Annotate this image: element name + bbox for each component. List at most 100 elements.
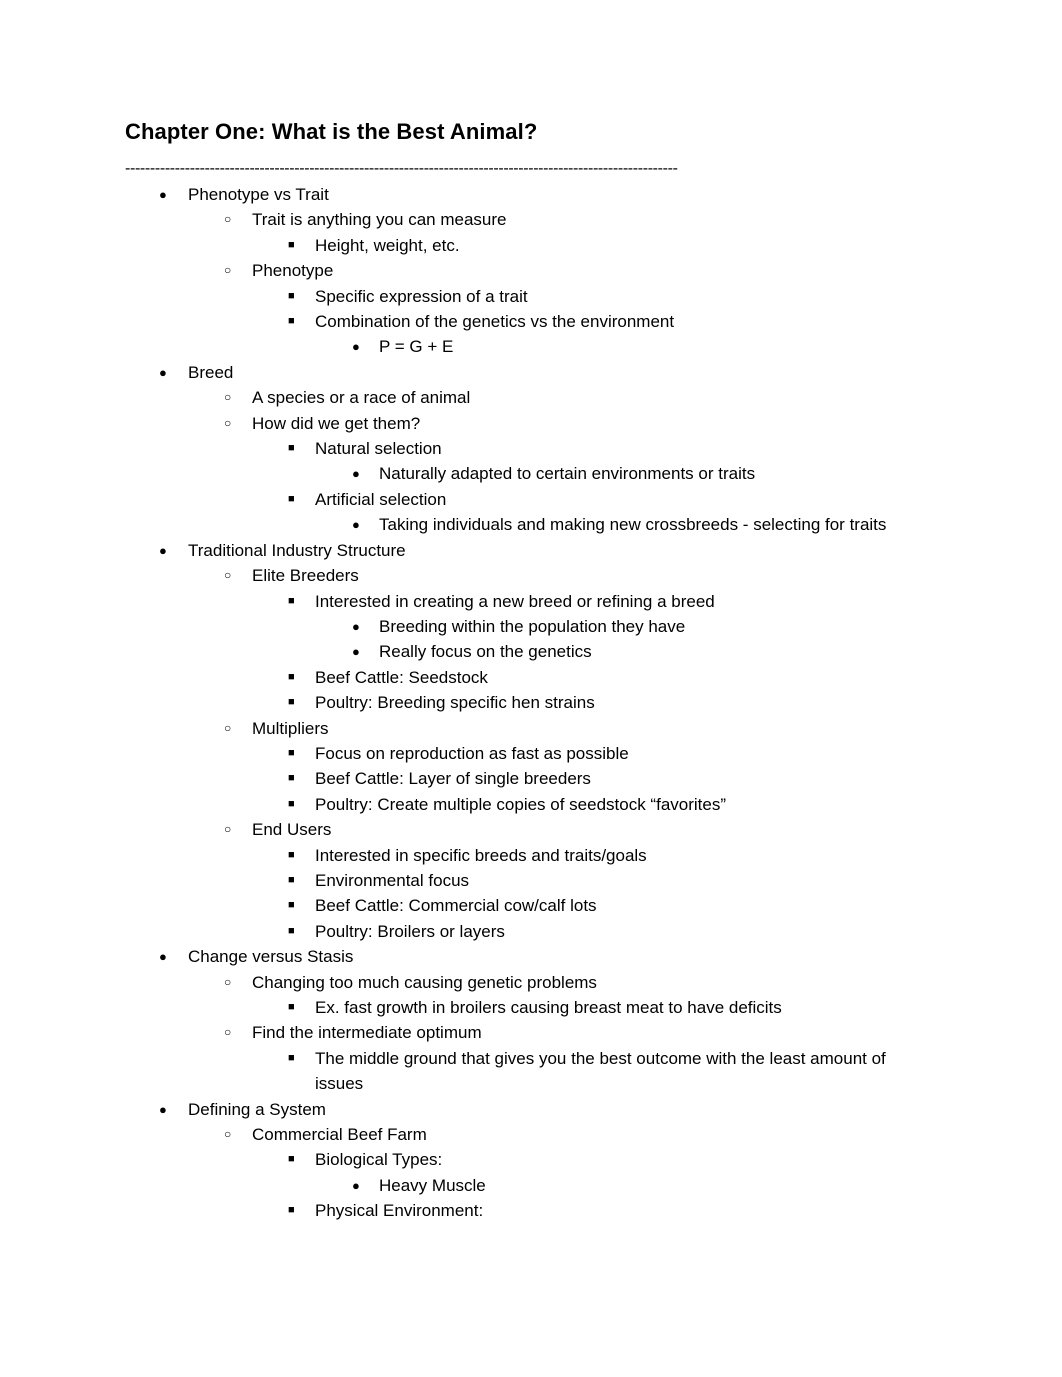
outline-item-row: ■ Ex. fast growth in broilers causing bre… bbox=[125, 995, 937, 1020]
bullet-level-3-icon: ■ bbox=[288, 238, 295, 251]
outline-item-level-1: ● Traditional Industry Structure ○ Elite Br… bbox=[125, 538, 937, 945]
outline-item-row: ○ Phenotype bbox=[125, 258, 937, 283]
outline-item-label: How did we get them? bbox=[252, 413, 421, 433]
outline-item-row: ● Breeding within the population they hav… bbox=[125, 614, 937, 639]
outline-item-label: Defining a System bbox=[188, 1099, 326, 1119]
outline-item-row: ● Change versus Stasis bbox=[125, 944, 937, 969]
outline-item-row: ○ Commercial Beef Farm bbox=[125, 1122, 937, 1147]
bullet-level-3-icon: ■ bbox=[288, 873, 295, 886]
outline-item-label: Combination of the genetics vs the envir… bbox=[315, 312, 675, 332]
outline-item-row: ○ Multipliers bbox=[125, 716, 937, 741]
outline-item-level-1: ● Breed ○ A species or a race of animal ○ How… bbox=[125, 360, 937, 538]
outline-item-label: Interested in specific breeds and traits… bbox=[315, 845, 647, 865]
outline-item-row: ■ Specific expression of a trait bbox=[125, 284, 937, 309]
bullet-level-2-icon: ○ bbox=[224, 822, 232, 837]
outline-item-row: ○ How did we get them? bbox=[125, 411, 937, 436]
bullet-level-3-icon: ■ bbox=[288, 1051, 295, 1064]
outline-item-level-4: ● Taking individuals and making new cross… bbox=[125, 512, 937, 537]
outline-item-level-4: ● Naturally adapted to certain environmen… bbox=[125, 461, 937, 486]
outline-item-level-3: ■ Height, weight, etc. bbox=[125, 233, 937, 258]
outline-item-label: Changing too much causing genetic proble… bbox=[252, 972, 597, 992]
bullet-level-1-icon: ● bbox=[159, 542, 167, 558]
outline-item-level-3: ■ Poultry: Create multiple copies of seed… bbox=[125, 792, 937, 817]
outline-item-label: Multipliers bbox=[252, 718, 329, 738]
bullet-level-3-icon: ■ bbox=[288, 315, 295, 328]
outline-sublist-level-2: ○ Elite Breeders ■ Interested in creating a… bbox=[125, 563, 937, 944]
outline-sublist-level-4: ● Breeding within the population they hav… bbox=[125, 614, 937, 665]
outline-item-level-3: ■ Poultry: Breeding specific hen strains bbox=[125, 690, 937, 715]
outline-item-row: ○ Elite Breeders bbox=[125, 563, 937, 588]
outline-item-label: Breeding within the population they have bbox=[379, 616, 686, 636]
outline-sublist-level-2: ○ A species or a race of animal ○ How did w… bbox=[125, 385, 937, 537]
outline-item-row: ○ Find the intermediate optimum bbox=[125, 1020, 937, 1045]
outline-item-level-2: ○ End Users ■ Interested in specific breeds… bbox=[125, 817, 937, 944]
outline-item-level-2: ○ A species or a race of animal bbox=[125, 385, 937, 410]
outline-item-row: ■ Interested in specific breeds and trait… bbox=[125, 843, 937, 868]
outline-item-label: Find the intermediate optimum bbox=[252, 1023, 482, 1043]
outline-item-level-3: ■ Artificial selection ● Taking individuals… bbox=[125, 487, 937, 538]
outline-item-level-4: ● Heavy Muscle bbox=[125, 1173, 937, 1198]
outline-item-level-3: ■ Natural selection ● Naturally adapted to … bbox=[125, 436, 937, 487]
bullet-level-3-icon: ■ bbox=[288, 289, 295, 302]
outline-item-level-2: ○ Elite Breeders ■ Interested in creating a… bbox=[125, 563, 937, 715]
outline-item-label: Environmental focus bbox=[315, 870, 470, 890]
outline-item-level-3: ■ Combination of the genetics vs the envi… bbox=[125, 309, 937, 360]
outline-item-row: ■ Environmental focus bbox=[125, 868, 937, 893]
outline-item-row: ■ Physical Environment: bbox=[125, 1198, 937, 1223]
outline-item-row: ■ Beef Cattle: Seedstock bbox=[125, 665, 937, 690]
bullet-level-4-icon: ● bbox=[352, 517, 360, 533]
outline-item-level-3: ■ Specific expression of a trait bbox=[125, 284, 937, 309]
outline-sublist-level-3: ■ Interested in creating a new breed or r… bbox=[125, 589, 937, 716]
bullet-level-2-icon: ○ bbox=[224, 390, 232, 405]
bullet-level-3-icon: ■ bbox=[288, 696, 295, 709]
bullet-level-2-icon: ○ bbox=[224, 1025, 232, 1040]
bullet-level-3-icon: ■ bbox=[288, 797, 295, 810]
bullet-level-1-icon: ● bbox=[159, 364, 167, 380]
outline-sublist-level-2: ○ Trait is anything you can measure ■ Heigh… bbox=[125, 207, 937, 359]
outline-list: ● Phenotype vs Trait ○ Trait is anything yo… bbox=[125, 182, 937, 1224]
bullet-level-3-icon: ■ bbox=[288, 848, 295, 861]
outline-item-level-2: ○ Commercial Beef Farm ■ Biological Types: ●… bbox=[125, 1122, 937, 1224]
outline-item-row: ● Defining a System bbox=[125, 1097, 937, 1122]
outline-item-level-4: ● Really focus on the genetics bbox=[125, 639, 937, 664]
outline-item-label: Poultry: Create multiple copies of seeds… bbox=[315, 794, 727, 814]
outline-item-label: Physical Environment: bbox=[315, 1201, 484, 1221]
outline-item-row: ● Taking individuals and making new cross… bbox=[125, 512, 937, 537]
outline-item-level-2: ○ Multipliers ■ Focus on reproduction as fa… bbox=[125, 716, 937, 818]
outline-item-level-3: ■ Ex. fast growth in broilers causing bre… bbox=[125, 995, 937, 1020]
outline-item-label: Heavy Muscle bbox=[379, 1175, 486, 1195]
outline-item-level-3: ■ Beef Cattle: Seedstock bbox=[125, 665, 937, 690]
bullet-level-2-icon: ○ bbox=[224, 263, 232, 278]
outline-sublist-level-3: ■ Interested in specific breeds and trait… bbox=[125, 843, 937, 945]
bullet-level-4-icon: ● bbox=[352, 618, 360, 634]
bullet-level-1-icon: ● bbox=[159, 949, 167, 965]
document-body: Chapter One: What is the Best Animal? --… bbox=[125, 118, 937, 1224]
outline-sublist-level-4: ● Heavy Muscle bbox=[125, 1173, 937, 1198]
outline-item-label: Interested in creating a new breed or re… bbox=[315, 591, 715, 611]
bullet-level-4-icon: ● bbox=[352, 644, 360, 660]
outline-sublist-level-3: ■ Specific expression of a trait ■ Combinat… bbox=[125, 284, 937, 360]
outline-item-label: Height, weight, etc. bbox=[315, 235, 460, 255]
outline-item-label: Poultry: Broilers or layers bbox=[315, 921, 505, 941]
outline-item-row: ● Heavy Muscle bbox=[125, 1173, 937, 1198]
outline-item-row: ○ End Users bbox=[125, 817, 937, 842]
outline-item-level-4: ● P = G + E bbox=[125, 334, 937, 359]
outline-item-level-2: ○ Find the intermediate optimum ■ The middl… bbox=[125, 1020, 937, 1096]
outline-sublist-level-2: ○ Changing too much causing genetic probl… bbox=[125, 970, 937, 1097]
outline-item-row: ■ Beef Cattle: Commercial cow/calf lots bbox=[125, 893, 937, 918]
outline-item-label: Really focus on the genetics bbox=[379, 642, 592, 662]
bullet-level-3-icon: ■ bbox=[288, 772, 295, 785]
bullet-level-2-icon: ○ bbox=[224, 568, 232, 583]
outline-item-row: ● P = G + E bbox=[125, 334, 937, 359]
outline-item-row: ■ Biological Types: bbox=[125, 1147, 937, 1172]
outline-item-row: ■ Natural selection bbox=[125, 436, 937, 461]
outline-item-level-1: ● Defining a System ○ Commercial Beef Farm ■… bbox=[125, 1097, 937, 1224]
bullet-level-3-icon: ■ bbox=[288, 1153, 295, 1166]
outline-item-row: ○ A species or a race of animal bbox=[125, 385, 937, 410]
outline-item-label: P = G + E bbox=[379, 337, 454, 357]
outline-item-label: Poultry: Breeding specific hen strains bbox=[315, 693, 595, 713]
outline-sublist-level-3: ■ The middle ground that gives you the be… bbox=[125, 1046, 937, 1097]
outline-item-row: ■ Artificial selection bbox=[125, 487, 937, 512]
bullet-level-3-icon: ■ bbox=[288, 492, 295, 505]
outline-item-label: Natural selection bbox=[315, 439, 442, 459]
